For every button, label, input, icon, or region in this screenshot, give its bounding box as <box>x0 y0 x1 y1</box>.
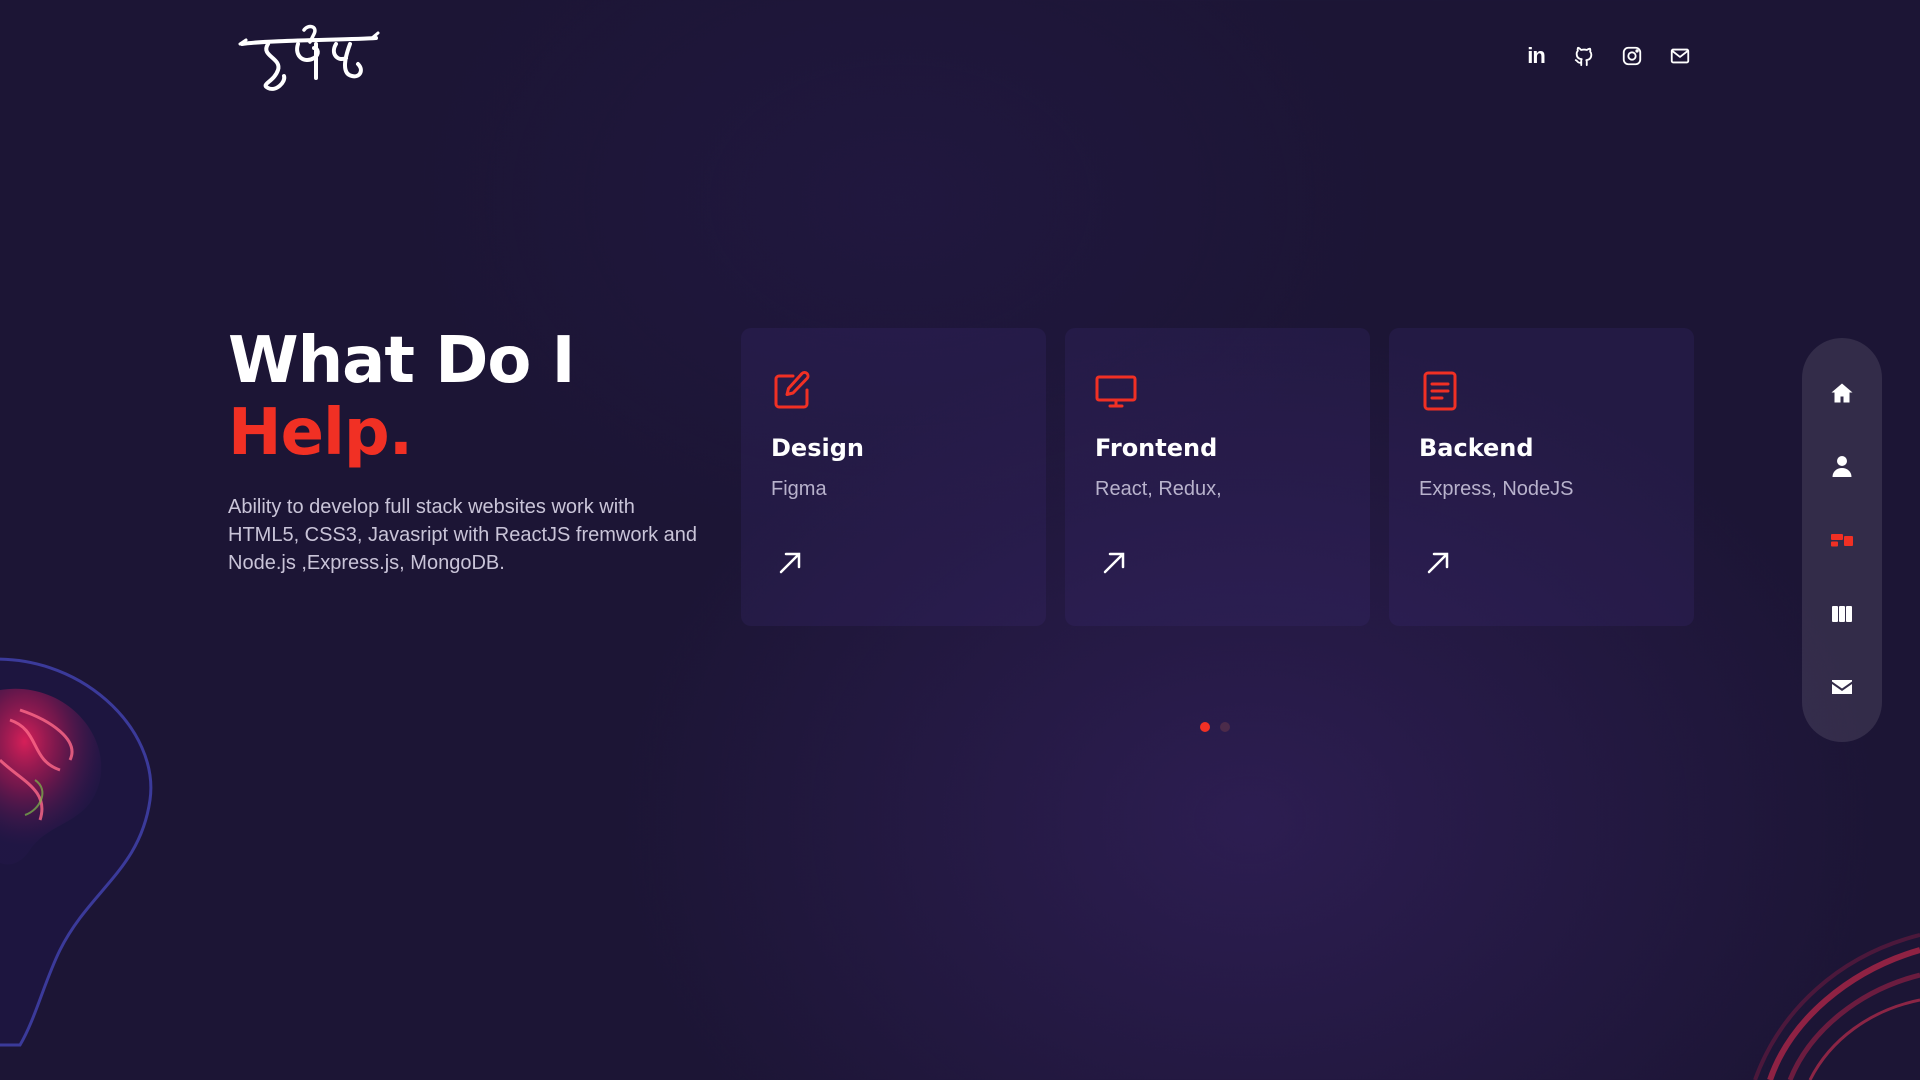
social-links: in <box>1524 43 1692 68</box>
decorative-bulb-image <box>0 650 155 1050</box>
nav-contact[interactable] <box>1826 671 1858 703</box>
nav-work[interactable] <box>1826 598 1858 630</box>
mail-icon[interactable] <box>1668 44 1692 68</box>
columns-icon <box>1832 605 1852 622</box>
arrow-up-right-icon[interactable] <box>1425 550 1451 576</box>
service-card-frontend[interactable]: Frontend React, Redux, <box>1065 328 1370 626</box>
side-navigation <box>1802 338 1882 742</box>
title-line-2: Help. <box>228 396 413 470</box>
services-icon <box>1831 533 1853 547</box>
document-icon <box>1419 370 1461 412</box>
nav-about[interactable] <box>1826 450 1858 482</box>
linkedin-icon[interactable]: in <box>1524 43 1548 68</box>
instagram-icon[interactable] <box>1620 44 1644 68</box>
nav-services[interactable] <box>1826 524 1858 556</box>
service-description: Figma <box>771 478 827 500</box>
pagination-dot-1[interactable] <box>1200 722 1210 732</box>
pagination-dot-2[interactable] <box>1220 722 1230 732</box>
arrow-up-right-icon[interactable] <box>1101 550 1127 576</box>
service-description: React, Redux, <box>1095 478 1222 500</box>
hero-section: What Do I Help. Ability to develop full … <box>228 325 708 577</box>
envelope-icon <box>1832 680 1852 695</box>
service-card-backend[interactable]: Backend Express, NodeJS <box>1389 328 1694 626</box>
logo-lettering <box>238 24 380 91</box>
slider-pagination <box>1200 722 1230 732</box>
page-title: What Do I Help. <box>228 325 708 469</box>
services-slider: Design Figma Frontend React, Redux, Back… <box>741 328 1694 626</box>
logo[interactable] <box>238 22 380 92</box>
title-line-1: What Do I <box>228 324 575 398</box>
service-card-design[interactable]: Design Figma <box>741 328 1046 626</box>
hero-description: Ability to develop full stack websites w… <box>228 496 698 574</box>
decorative-swirl <box>1750 930 1920 1080</box>
service-title: Design <box>771 434 864 462</box>
service-description: Express, NodeJS <box>1419 478 1574 500</box>
edit-icon <box>771 370 813 412</box>
service-title: Backend <box>1419 434 1534 462</box>
service-title: Frontend <box>1095 434 1218 462</box>
user-icon <box>1832 456 1852 478</box>
arrow-up-right-icon[interactable] <box>777 550 803 576</box>
nav-home[interactable] <box>1826 377 1858 409</box>
home-icon <box>1831 383 1853 403</box>
github-icon[interactable] <box>1572 44 1596 68</box>
monitor-icon <box>1095 370 1137 412</box>
